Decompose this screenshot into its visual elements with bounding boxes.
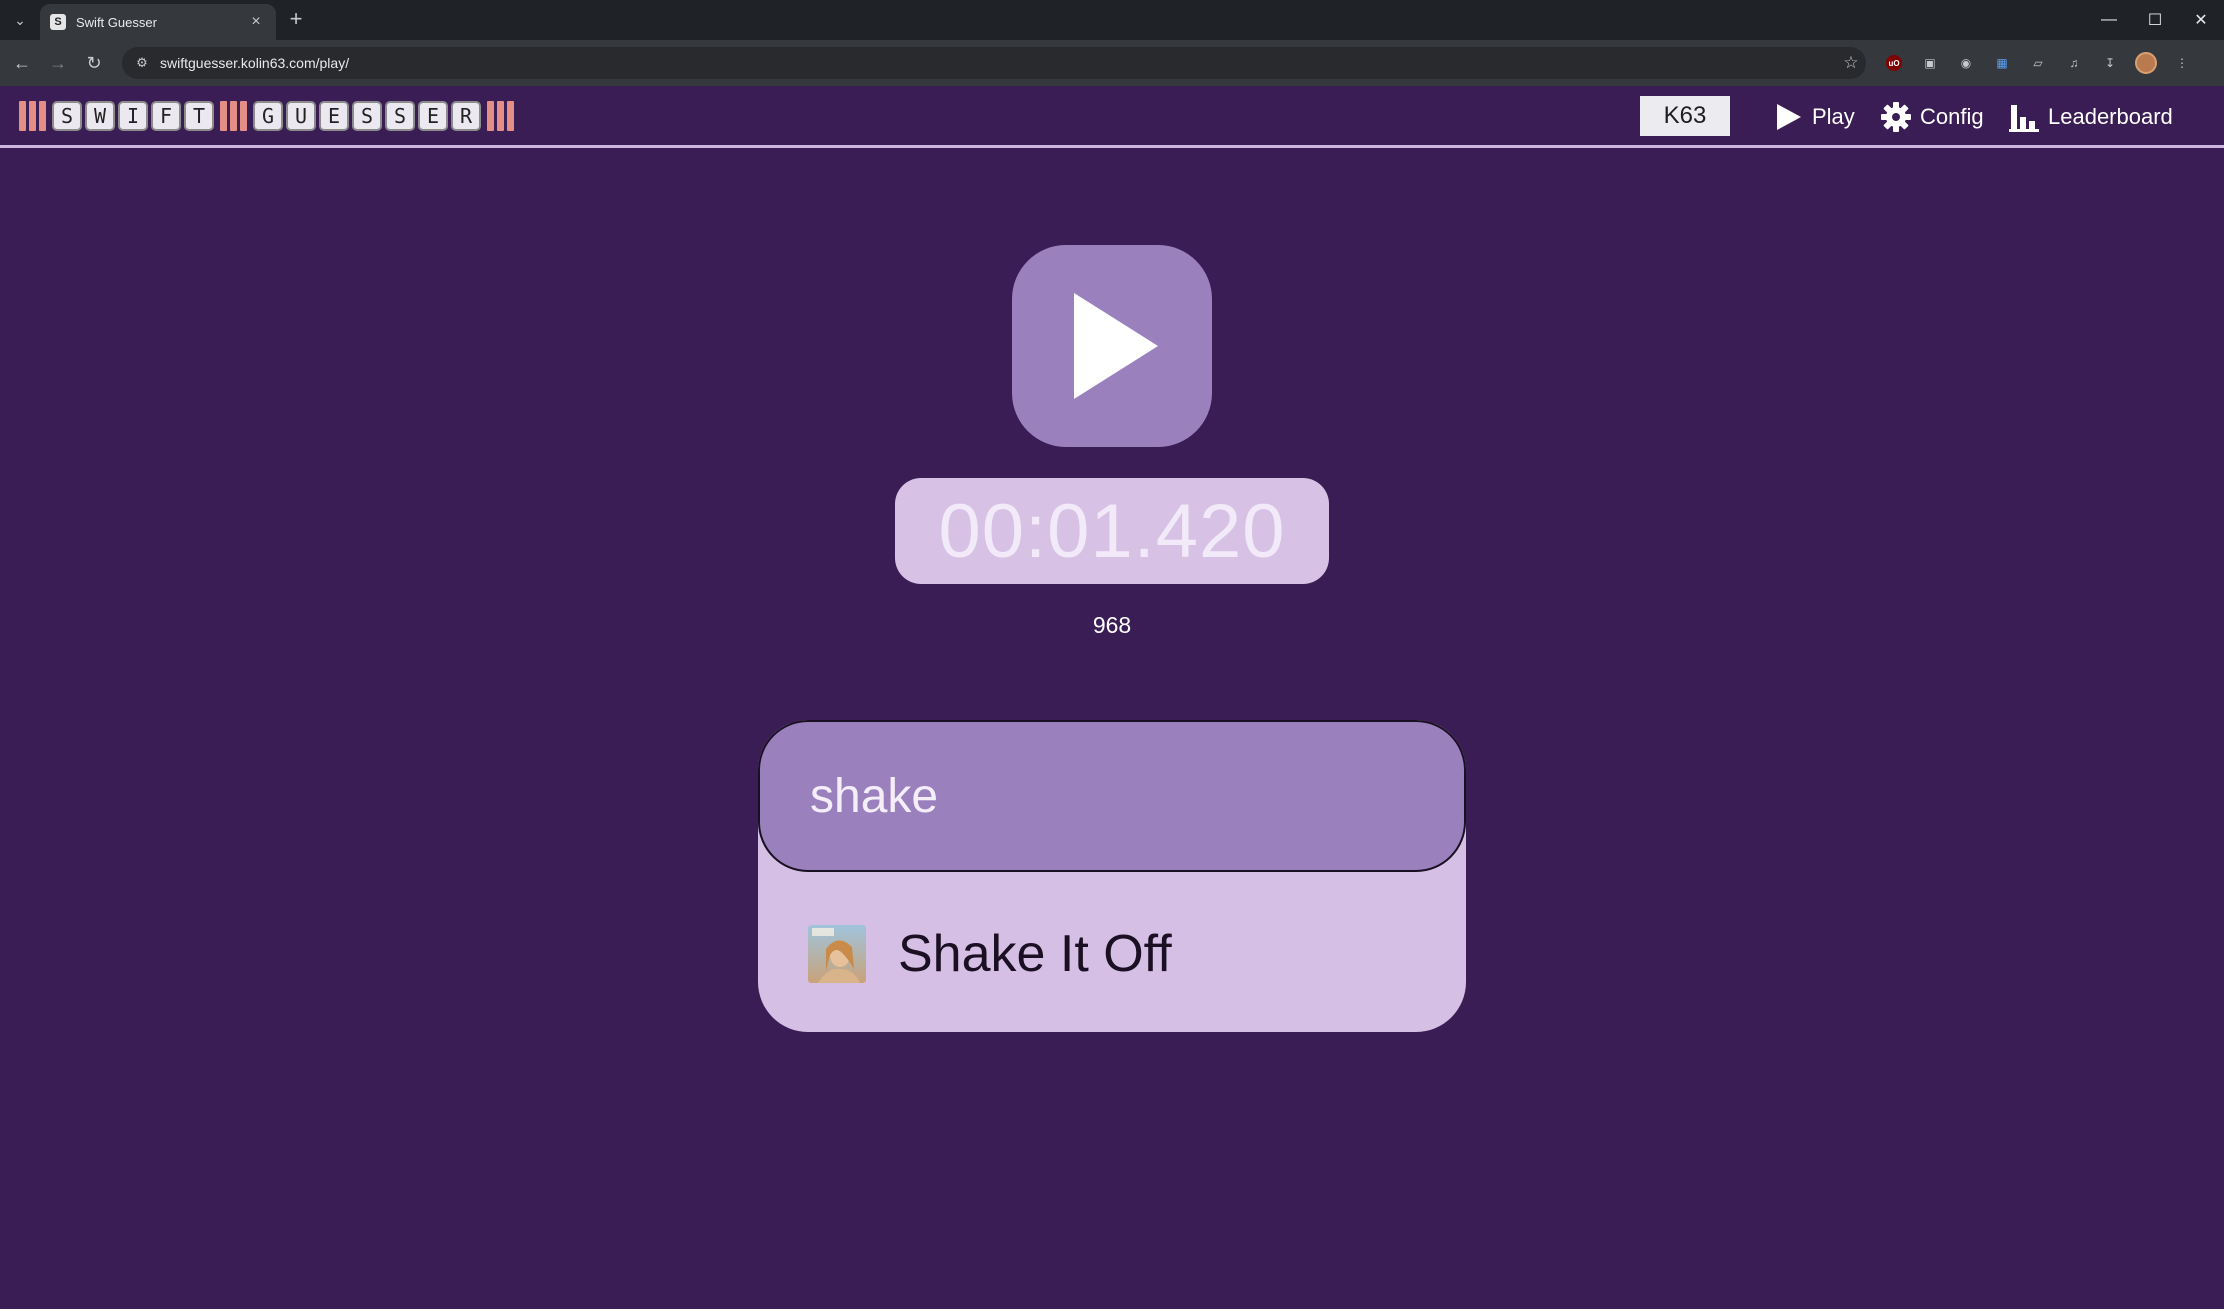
extensions-puzzle-icon[interactable]: ▱ (2026, 51, 2050, 75)
browser-tab[interactable]: S Swift Guesser × (40, 4, 276, 40)
window-controls: — ☐ ✕ (2086, 0, 2224, 40)
address-bar[interactable]: ⚙ swiftguesser.kolin63.com/play/ ☆ (122, 47, 1866, 79)
nav-config[interactable]: Config (1880, 98, 1984, 136)
close-window-icon[interactable]: ✕ (2178, 0, 2224, 40)
browser-menu-icon[interactable]: ⋮ (2170, 51, 2194, 75)
logo-bars (19, 101, 49, 131)
logo-letter: E (319, 101, 349, 131)
logo-letter: R (451, 101, 481, 131)
site-info-icon[interactable]: ⚙ (132, 53, 152, 73)
logo-bars (220, 101, 250, 131)
reload-icon[interactable]: ↻ (82, 51, 106, 75)
suggestion-title: Shake It Off (898, 925, 1172, 983)
logo-letter: G (253, 101, 283, 131)
song-timer: 00:01.420 (895, 478, 1329, 584)
extension-glasses-icon[interactable]: ◉ (1954, 51, 1978, 75)
nav-play[interactable]: Play (1772, 98, 1855, 136)
browser-toolbar: ← → ↻ ⚙ swiftguesser.kolin63.com/play/ ☆… (0, 40, 2224, 86)
profile-avatar[interactable] (2134, 51, 2158, 75)
play-icon (1777, 104, 1801, 130)
ublock-icon[interactable]: uO (1886, 55, 1902, 71)
nav-config-label: Config (1920, 104, 1984, 129)
nav-play-label: Play (1812, 104, 1855, 129)
forward-icon[interactable]: → (46, 51, 70, 75)
guess-autocomplete: Shake It Off (758, 720, 1466, 1032)
logo-letter: S (385, 101, 415, 131)
avatar (2135, 52, 2157, 74)
logo-letter: F (151, 101, 181, 131)
play-icon (1074, 293, 1158, 399)
url-text[interactable]: swiftguesser.kolin63.com/play/ (160, 55, 1836, 71)
minimize-icon[interactable]: — (2086, 0, 2132, 40)
browser-tabstrip: ⌄ S Swift Guesser × + — ☐ ✕ (0, 0, 2224, 40)
favicon-icon: S (50, 14, 66, 30)
extension-card-icon[interactable]: ▣ (1918, 51, 1942, 75)
logo-bars (487, 101, 517, 131)
nav-leaderboard[interactable]: Leaderboard (2008, 98, 2173, 136)
play-song-button[interactable] (1012, 245, 1212, 447)
logo-letter: U (286, 101, 316, 131)
logo-letter: S (52, 101, 82, 131)
download-icon[interactable]: ↧ (2098, 51, 2122, 75)
nav-leaderboard-label: Leaderboard (2048, 104, 2173, 129)
tab-search-icon[interactable]: ⌄ (8, 8, 32, 32)
score-value: 968 (1092, 612, 1132, 638)
guess-input[interactable] (758, 720, 1466, 872)
logo-letter: T (184, 101, 214, 131)
gear-icon (1881, 102, 1911, 132)
bar-chart-icon (2009, 105, 2039, 132)
logo-letter: E (418, 101, 448, 131)
maximize-icon[interactable]: ☐ (2132, 0, 2178, 40)
logo-letter: S (352, 101, 382, 131)
user-badge[interactable]: K63 (1640, 96, 1730, 136)
album-cover-image (808, 925, 866, 983)
bookmark-star-icon[interactable]: ☆ (1836, 53, 1866, 73)
tab-close-icon[interactable]: × (246, 13, 266, 31)
suggestion-item[interactable]: Shake It Off (808, 924, 1172, 984)
new-tab-icon[interactable]: + (284, 8, 308, 32)
tab-title: Swift Guesser (76, 14, 157, 30)
logo-letter: I (118, 101, 148, 131)
logo-letter: W (85, 101, 115, 131)
extensions-area: uO ▣ ◉ ▦ ▱ ♫ ↧ ⋮ (1882, 51, 2206, 75)
swift-guesser-logo[interactable]: S W I F T G U E S S E R (16, 100, 520, 132)
extension-blue-icon[interactable]: ▦ (1990, 51, 2014, 75)
media-controls-icon[interactable]: ♫ (2062, 51, 2086, 75)
back-icon[interactable]: ← (10, 51, 34, 75)
site-header: S W I F T G U E S S E R K63 Play Config … (0, 86, 2224, 148)
